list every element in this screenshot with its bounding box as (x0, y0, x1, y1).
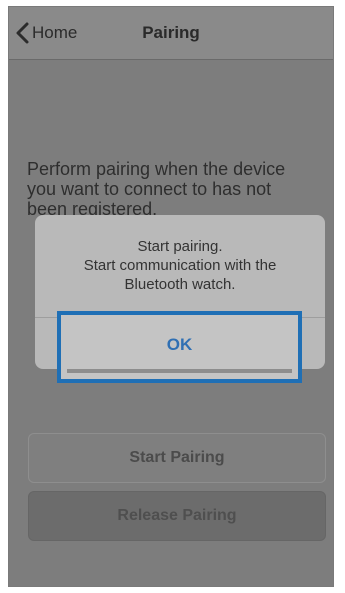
app-screen: Home Pairing Perform pairing when the de… (8, 6, 334, 587)
dialog-line: Bluetooth watch. (124, 276, 236, 293)
pairing-description: Perform pairing when the device you want… (27, 159, 327, 219)
description-line: Perform pairing when the device (27, 159, 286, 179)
pairing-dialog: Start pairing. Start communication with … (35, 215, 325, 383)
dialog-line: Start pairing. (137, 238, 223, 255)
dialog-line: Start communication with the (83, 257, 277, 274)
release-pairing-button[interactable]: Release Pairing (28, 491, 326, 541)
start-pairing-button[interactable]: Start Pairing (28, 433, 326, 483)
page-title: Pairing (142, 23, 200, 42)
description-line: you want to connect to has not (27, 179, 272, 199)
navigation-bar: Home Pairing (9, 7, 333, 60)
dialog-message: Start pairing. Start communication with … (35, 237, 325, 294)
ok-label: OK (166, 335, 193, 354)
ok-button[interactable]: OK (57, 311, 302, 383)
ok-underline (67, 369, 292, 373)
